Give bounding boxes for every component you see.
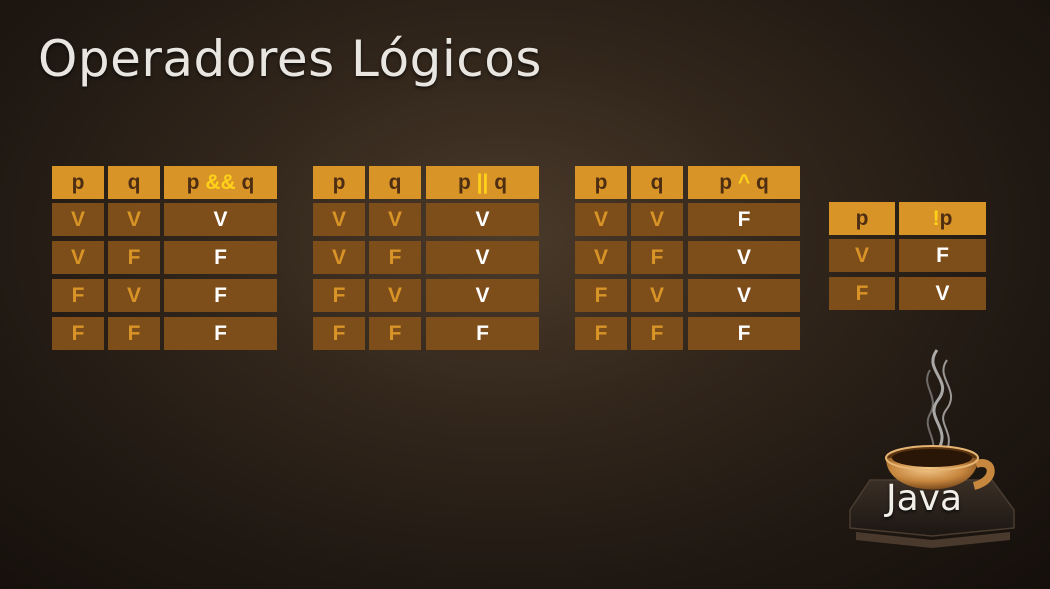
cell-result: F	[899, 239, 986, 272]
slide-title: Operadores Lógicos	[38, 30, 542, 88]
cell-result: V	[688, 241, 800, 274]
cell-q: V	[108, 279, 160, 312]
cell-result: F	[688, 203, 800, 236]
cell-p: F	[52, 317, 104, 350]
cell-q: F	[631, 241, 683, 274]
cell-result: V	[426, 203, 539, 236]
cell-p: F	[575, 317, 627, 350]
cell-q: V	[631, 203, 683, 236]
cell-p: V	[52, 203, 104, 236]
cell-q: F	[108, 317, 160, 350]
cell-p: V	[313, 203, 365, 236]
cell-p: F	[313, 279, 365, 312]
header-not: !p	[899, 202, 986, 235]
cell-result: F	[426, 317, 539, 350]
cell-p: V	[829, 239, 895, 272]
header-xor: p ^ q	[688, 166, 800, 199]
header-p: p	[313, 166, 365, 199]
header-q: q	[631, 166, 683, 199]
cell-p: V	[575, 203, 627, 236]
cell-result: V	[688, 279, 800, 312]
cell-q: F	[369, 317, 421, 350]
header-p: p	[829, 202, 895, 235]
header-q: q	[369, 166, 421, 199]
cell-p: V	[52, 241, 104, 274]
cell-q: F	[369, 241, 421, 274]
cell-q: V	[369, 203, 421, 236]
header-p: p	[575, 166, 627, 199]
cell-q: V	[631, 279, 683, 312]
cell-p: F	[52, 279, 104, 312]
cell-result: V	[426, 241, 539, 274]
cell-q: F	[631, 317, 683, 350]
cell-q: V	[108, 203, 160, 236]
cell-result: F	[164, 241, 277, 274]
cell-result: F	[164, 279, 277, 312]
cell-result: V	[164, 203, 277, 236]
header-p: p	[52, 166, 104, 199]
cell-result: F	[164, 317, 277, 350]
cell-q: V	[369, 279, 421, 312]
java-logo: Java	[842, 340, 1022, 560]
cell-result: V	[899, 277, 986, 310]
cell-p: V	[313, 241, 365, 274]
cell-p: V	[575, 241, 627, 274]
cell-result: F	[688, 317, 800, 350]
header-and: p && q	[164, 166, 277, 199]
cell-p: F	[575, 279, 627, 312]
cell-result: V	[426, 279, 539, 312]
header-or: p || q	[426, 166, 539, 199]
cell-q: F	[108, 241, 160, 274]
cell-p: F	[313, 317, 365, 350]
header-q: q	[108, 166, 160, 199]
coffee-cup-icon	[849, 349, 1015, 548]
cell-p: F	[829, 277, 895, 310]
java-logo-text: Java	[886, 478, 963, 519]
